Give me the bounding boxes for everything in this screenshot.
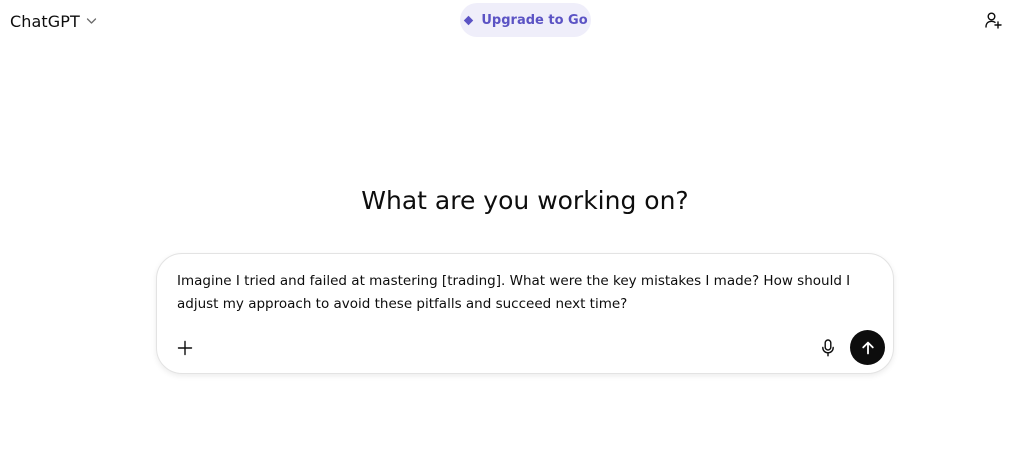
plus-icon bbox=[177, 340, 193, 356]
upgrade-button[interactable]: Upgrade to Go bbox=[460, 3, 591, 37]
prompt-input[interactable]: Imagine I tried and failed at mastering … bbox=[177, 270, 867, 316]
diamond-icon bbox=[463, 15, 474, 26]
model-selector[interactable]: ChatGPT bbox=[10, 8, 97, 34]
prompt-composer[interactable]: Imagine I tried and failed at mastering … bbox=[156, 253, 894, 374]
add-user-icon bbox=[984, 11, 1002, 29]
page-title: What are you working on? bbox=[361, 186, 689, 215]
add-user-button[interactable] bbox=[982, 9, 1004, 31]
chat-page: ChatGPT Upgrade to Go What are you worki… bbox=[0, 0, 1024, 458]
send-button[interactable] bbox=[850, 330, 885, 365]
upgrade-label: Upgrade to Go bbox=[481, 12, 588, 28]
microphone-icon bbox=[821, 339, 835, 357]
voice-input-button[interactable] bbox=[817, 336, 839, 360]
chevron-down-icon bbox=[86, 17, 97, 25]
model-label: ChatGPT bbox=[10, 11, 80, 31]
arrow-up-icon bbox=[860, 340, 876, 356]
attach-button[interactable] bbox=[173, 336, 197, 360]
